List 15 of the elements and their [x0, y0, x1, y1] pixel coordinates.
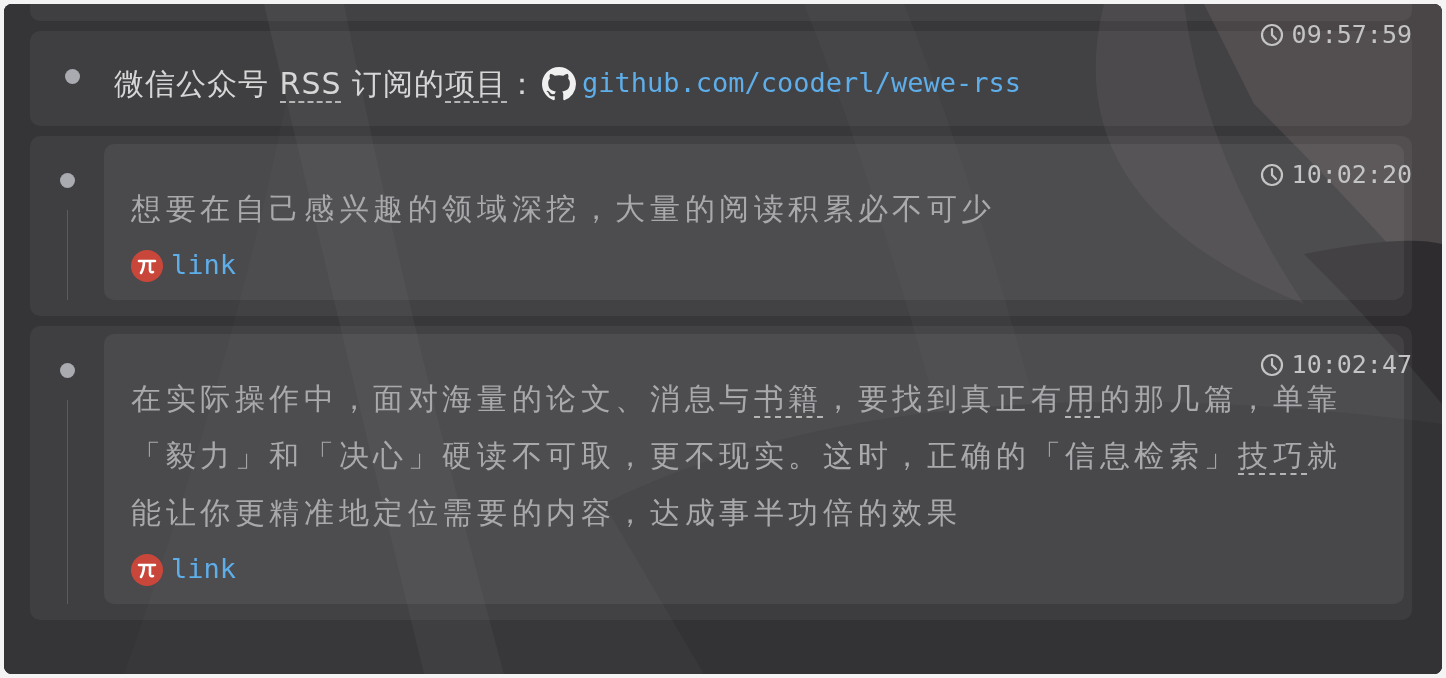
timestamp: 10:02:47 [1291, 349, 1412, 381]
clock-icon [1259, 22, 1284, 47]
link[interactable]: link [171, 549, 237, 590]
clock-icon [1259, 352, 1284, 377]
pi-icon [131, 553, 163, 586]
link[interactable]: github.com/cooderl/wewe-rss [582, 63, 1021, 104]
timestamp: 09:57:59 [1291, 19, 1412, 51]
entry-text: 微信公众号 RSS 订阅的项目： [114, 65, 539, 105]
clock-icon [1259, 162, 1284, 187]
entry-text: 在实际操作中，面对海量的论文、消息与书籍，要找到真正有用 的那几篇，单靠「毅力」和「决心」硬读不可取，更不现实。这时，正确的「信息检索」技巧就能让你更精准地定位需要的内容，达成事半功倍的效果 [131, 380, 1344, 532]
pi-icon [131, 249, 163, 282]
link[interactable]: link [171, 245, 237, 286]
timestamp: 10:02:20 [1291, 159, 1412, 191]
entry-text: 想要在自己感兴趣的领域深挖，大量的阅读积累必不可少 [131, 190, 996, 228]
github-icon [542, 66, 577, 101]
